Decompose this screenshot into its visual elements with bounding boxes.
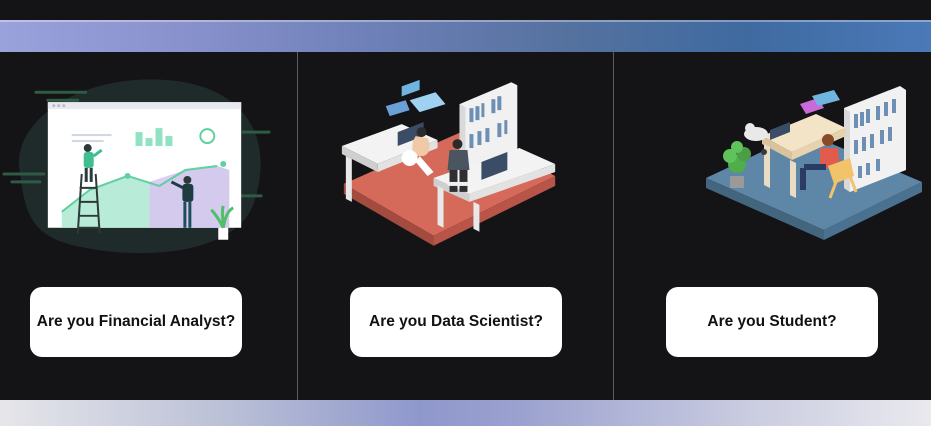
footer-gradient-bar <box>0 400 931 426</box>
data-scientist-office-illustration <box>341 79 556 246</box>
data-scientist-button[interactable]: Are you Data Scientist? <box>350 287 562 357</box>
student-button[interactable]: Are you Student? <box>666 287 878 357</box>
header-gradient-bar <box>0 20 931 52</box>
financial-analyst-button[interactable]: Are you Financial Analyst? <box>30 287 242 357</box>
panel-data-scientist: Are you Data Scientist? <box>298 52 614 400</box>
panel-student: Are you Student? <box>614 52 931 400</box>
panel-financial-analyst: Are you Financial Analyst? <box>0 52 298 400</box>
role-selection-panels: Are you Financial Analyst? Are you Data … <box>0 52 931 400</box>
top-band <box>0 0 931 20</box>
student-study-room-illustration <box>706 86 922 240</box>
financial-analyst-illustration <box>2 79 271 254</box>
